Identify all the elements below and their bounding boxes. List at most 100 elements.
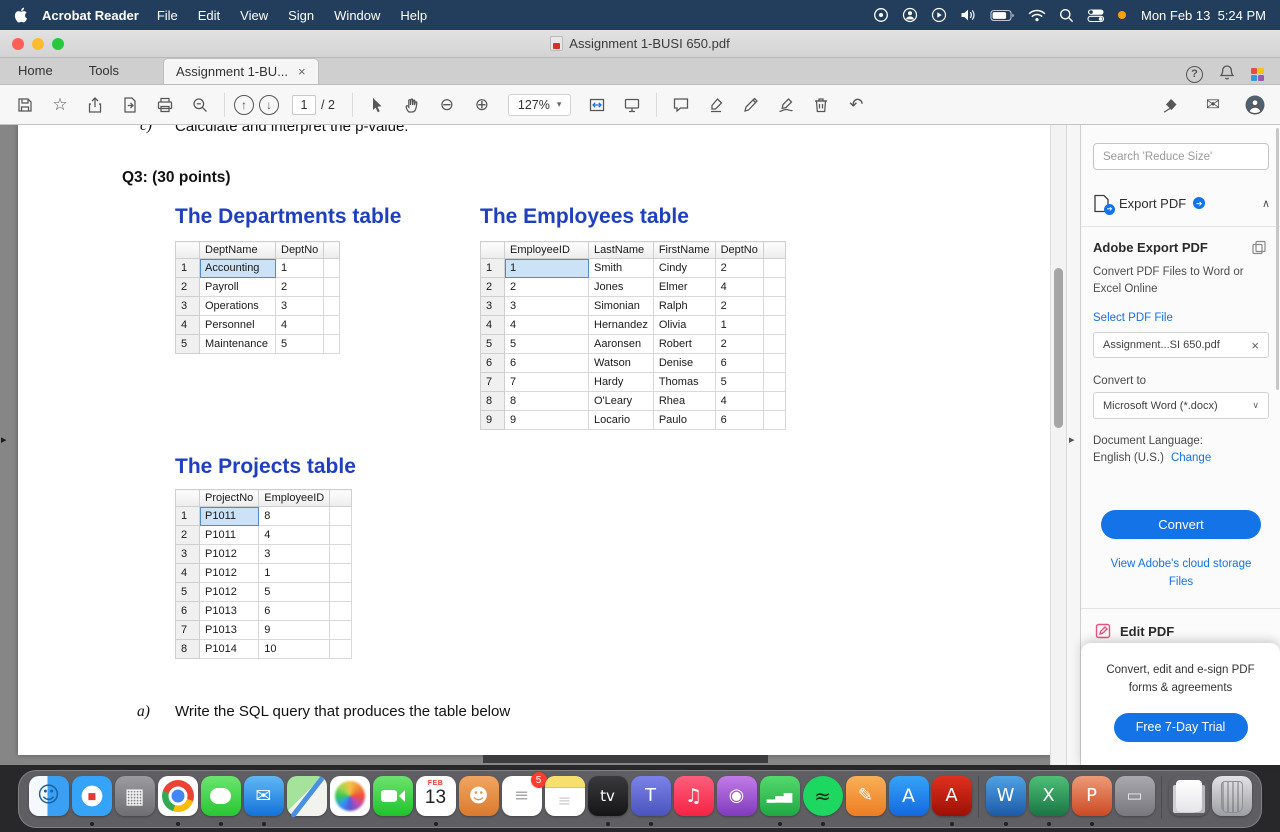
- page-number-input[interactable]: [292, 94, 316, 115]
- sidebar-scrollbar-thumb[interactable]: [1276, 128, 1279, 390]
- dock-calendar[interactable]: FEB 13: [414, 776, 457, 828]
- dock-analytics[interactable]: ▂▄▆: [758, 776, 801, 828]
- print-button[interactable]: [150, 91, 180, 119]
- menubar-clock[interactable]: Mon Feb 13 5:24 PM: [1141, 8, 1266, 23]
- dock-pages[interactable]: ✎: [844, 776, 887, 828]
- dock-powerpoint[interactable]: P: [1070, 776, 1113, 828]
- delete-trash-button[interactable]: [806, 91, 836, 119]
- dock-system-display[interactable]: ▭: [1113, 776, 1156, 828]
- tab-close-icon[interactable]: ×: [298, 59, 306, 84]
- adobe-apps-icon[interactable]: [1251, 67, 1264, 81]
- dock-messages[interactable]: [199, 776, 242, 828]
- sign-pen-icon[interactable]: [1156, 91, 1186, 119]
- notifications-bell-icon[interactable]: [1219, 64, 1235, 84]
- account-avatar[interactable]: [1240, 91, 1270, 119]
- zoom-out-button[interactable]: ⊖: [432, 91, 462, 119]
- dock-reminders[interactable]: ≡ 5: [500, 772, 547, 828]
- draw-pen-button[interactable]: [736, 91, 766, 119]
- active-app-name[interactable]: Acrobat Reader: [42, 8, 139, 23]
- format-dropdown[interactable]: Microsoft Word (*.docx) ∨: [1093, 392, 1269, 419]
- fit-width-button[interactable]: [582, 91, 612, 119]
- menu-item-file[interactable]: File: [147, 8, 188, 23]
- tools-search-input[interactable]: [1093, 143, 1269, 170]
- sidebar-collapse-handle[interactable]: ▸: [1069, 433, 1075, 446]
- menu-item-sign[interactable]: Sign: [278, 8, 324, 23]
- dock-downloads-stack[interactable]: [1167, 776, 1210, 828]
- document-scrollbar-thumb[interactable]: [1054, 268, 1063, 428]
- spotlight-icon[interactable]: [1059, 8, 1074, 23]
- export-page-button[interactable]: [115, 91, 145, 119]
- dock-facetime[interactable]: [371, 776, 414, 828]
- change-language-link[interactable]: Change: [1171, 452, 1211, 464]
- undo-button[interactable]: ↶: [841, 91, 871, 119]
- select-pdf-file-link[interactable]: Select PDF File: [1093, 312, 1173, 324]
- zoom-window-button[interactable]: [52, 37, 64, 50]
- share-button[interactable]: [80, 91, 110, 119]
- fill-sign-button[interactable]: [771, 91, 801, 119]
- dock-teams[interactable]: T: [629, 776, 672, 828]
- dock-maps[interactable]: [285, 776, 328, 828]
- volume-icon[interactable]: [960, 8, 977, 22]
- dock-notes[interactable]: ≡: [543, 776, 586, 828]
- dock-podcasts[interactable]: ◉: [715, 776, 758, 828]
- previous-page-button[interactable]: ↑: [234, 94, 254, 115]
- user-switch-icon[interactable]: [902, 7, 918, 23]
- dock-appletv[interactable]: tv: [586, 776, 629, 828]
- close-window-button[interactable]: [12, 37, 24, 50]
- dock-spotify[interactable]: ≈: [801, 776, 844, 828]
- tab-tools[interactable]: Tools: [71, 58, 137, 84]
- highlight-button[interactable]: [701, 91, 731, 119]
- dock-finder[interactable]: ☺: [27, 776, 70, 828]
- screen-mirroring-icon[interactable]: [931, 7, 947, 23]
- battery-icon[interactable]: [990, 9, 1015, 22]
- zoom-level-dropdown[interactable]: 127% ▾: [507, 93, 572, 116]
- dock-safari[interactable]: ◆: [70, 776, 113, 828]
- menu-item-window[interactable]: Window: [324, 8, 390, 23]
- dock-photos[interactable]: [328, 776, 371, 828]
- menu-item-edit[interactable]: Edit: [188, 8, 230, 23]
- control-center-icon[interactable]: [1087, 8, 1105, 23]
- edit-pdf-section-header[interactable]: Edit PDF: [1095, 619, 1174, 643]
- dock-word[interactable]: W: [984, 776, 1027, 828]
- free-trial-button[interactable]: Free 7-Day Trial: [1113, 712, 1248, 742]
- read-mode-button[interactable]: [617, 91, 647, 119]
- selected-file-chip[interactable]: Assignment...SI 650.pdf ×: [1093, 332, 1269, 358]
- remove-file-icon[interactable]: ×: [1251, 338, 1259, 353]
- apple-menu-icon[interactable]: [14, 7, 28, 23]
- dock-excel[interactable]: X: [1027, 776, 1070, 828]
- select-tool-button[interactable]: [362, 91, 392, 119]
- tab-home[interactable]: Home: [0, 58, 71, 84]
- minimize-window-button[interactable]: [32, 37, 44, 50]
- wifi-icon[interactable]: [1028, 9, 1046, 22]
- thumbnails-panel-handle[interactable]: ▸: [1, 433, 7, 446]
- status-circle-icon[interactable]: [873, 7, 889, 23]
- hand-tool-button[interactable]: [397, 91, 427, 119]
- help-icon[interactable]: ?: [1186, 65, 1203, 83]
- zoom-in-button[interactable]: ⊕: [467, 91, 497, 119]
- dock-appstore[interactable]: A: [887, 776, 930, 828]
- dock-trash[interactable]: [1210, 776, 1253, 828]
- email-icon[interactable]: ✉: [1198, 91, 1228, 119]
- comment-button[interactable]: [666, 91, 696, 119]
- dock-mail[interactable]: ✉: [242, 776, 285, 828]
- table-cell: 6: [504, 353, 589, 373]
- table-cell: 5: [175, 334, 200, 354]
- menu-item-help[interactable]: Help: [390, 8, 437, 23]
- star-favorite-button[interactable]: ☆: [45, 91, 75, 119]
- dock-acrobat[interactable]: A: [930, 776, 973, 828]
- dock-launchpad[interactable]: ▦: [113, 776, 156, 828]
- menu-item-view[interactable]: View: [230, 8, 278, 23]
- cloud-storage-link[interactable]: View Adobe's cloud storage Files: [1106, 556, 1256, 592]
- dock-chrome[interactable]: [156, 776, 199, 828]
- next-page-button[interactable]: ↓: [259, 94, 279, 115]
- dock-music[interactable]: ♫: [672, 776, 715, 828]
- chevron-up-icon[interactable]: ∧: [1262, 197, 1270, 210]
- convert-button[interactable]: Convert: [1101, 510, 1261, 539]
- export-pdf-section-header[interactable]: ➔ Export PDF ➔ ∧: [1093, 189, 1270, 217]
- marquee-zoom-button[interactable]: [185, 91, 215, 119]
- table-row: 4 4 Hernandez Olivia 1: [480, 315, 786, 335]
- save-button[interactable]: [10, 91, 40, 119]
- document-scrollbar[interactable]: [1050, 125, 1066, 765]
- dock-contacts[interactable]: ☻: [457, 776, 500, 828]
- tab-document[interactable]: Assignment 1-BU... ×: [163, 58, 319, 84]
